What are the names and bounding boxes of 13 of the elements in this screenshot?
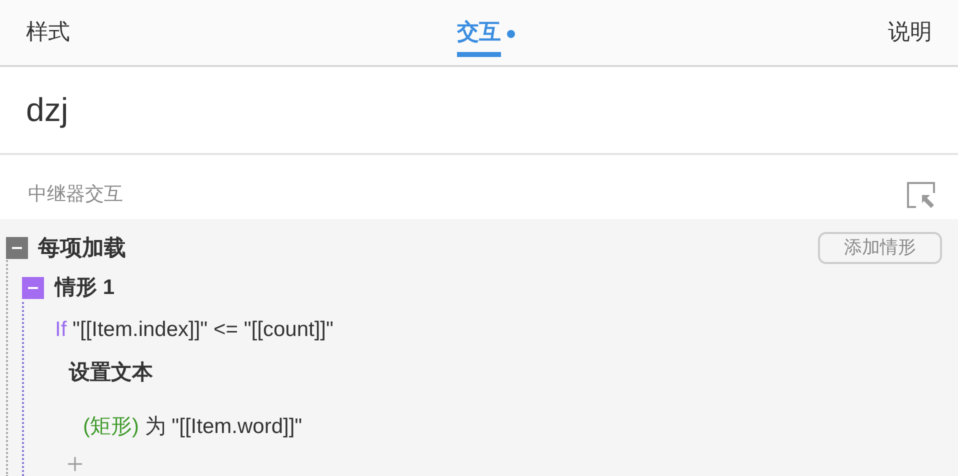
collapse-icon[interactable] xyxy=(22,276,44,299)
condition-text: If "[[Item.index]]" <= "[[count]]" xyxy=(55,316,334,342)
action-name: 设置文本 xyxy=(69,360,154,386)
event-name: 每项加载 xyxy=(38,234,126,262)
collapse-icon[interactable] xyxy=(6,236,28,258)
add-icon[interactable] xyxy=(67,456,83,472)
tab[interactable]: 样式 xyxy=(26,0,70,65)
section-title: 中继器交互 xyxy=(28,182,123,206)
case-name: 情形 1 xyxy=(55,275,115,301)
action-target-text: (矩形) 为 "[[Item.word]]" xyxy=(82,414,304,440)
tab[interactable]: 说明 xyxy=(888,0,932,65)
widget-name: dzj xyxy=(26,90,68,130)
pick-widget-icon[interactable] xyxy=(906,181,936,209)
